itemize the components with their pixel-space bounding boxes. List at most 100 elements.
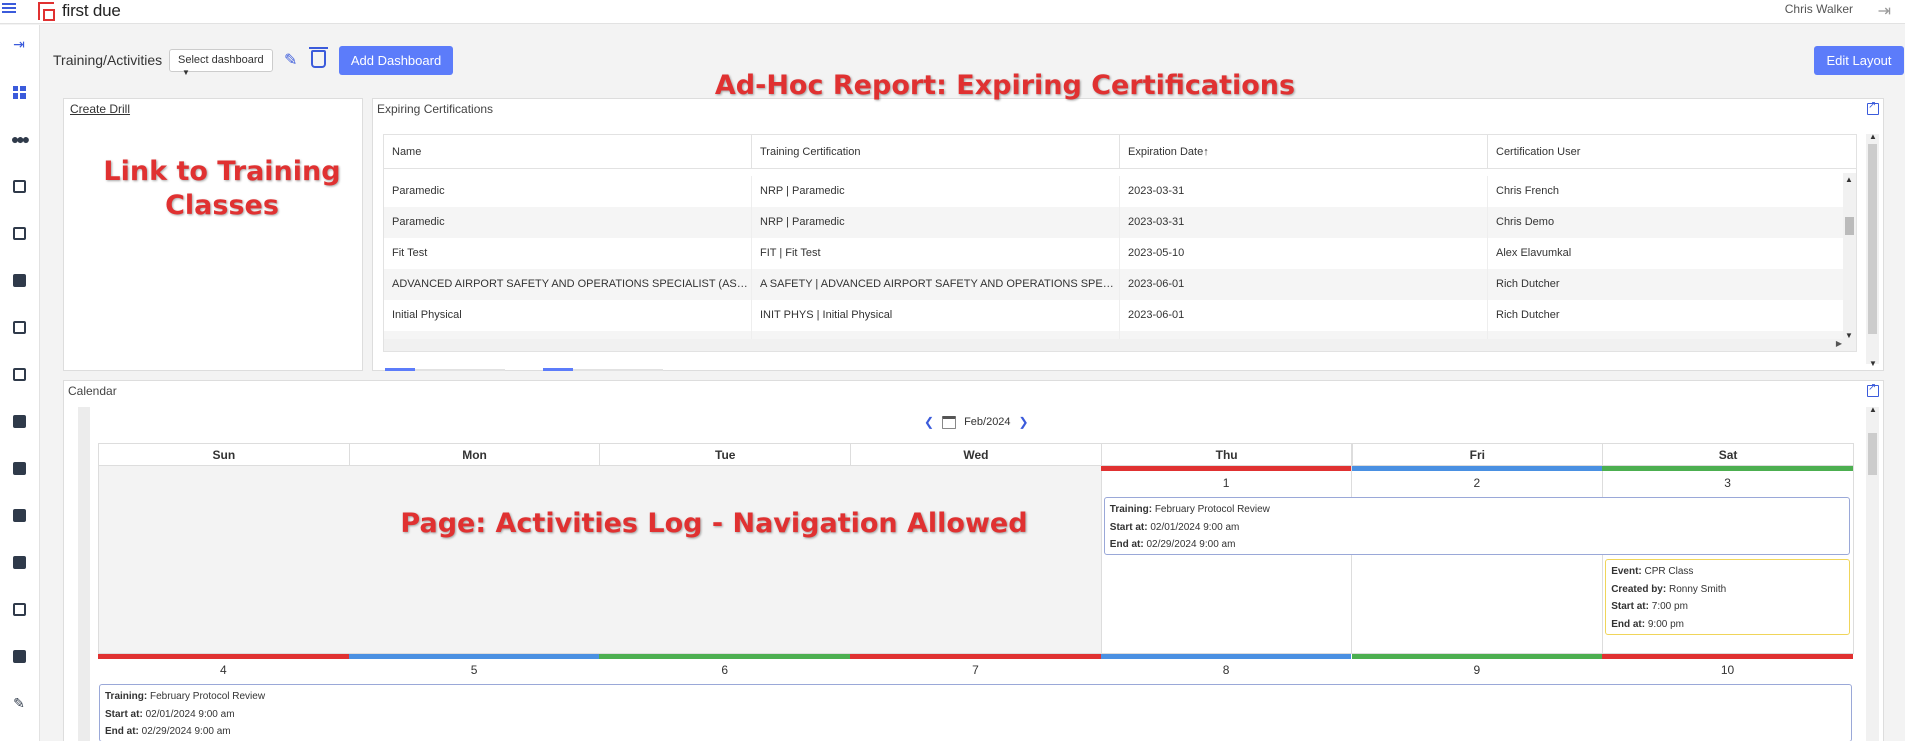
logo[interactable]: first due bbox=[38, 1, 121, 21]
people-icon[interactable]: ●●● bbox=[10, 130, 30, 148]
day-number[interactable]: 2 bbox=[1352, 476, 1603, 490]
day-cell bbox=[599, 466, 852, 654]
event-label: End at: bbox=[1611, 618, 1646, 630]
calendar-event[interactable]: Event: CPR Class Created by: Ronny Smith S… bbox=[1605, 559, 1850, 635]
day-cell[interactable] bbox=[1100, 466, 1353, 654]
event-line: Training: February Protocol Review bbox=[105, 688, 1846, 706]
scroll-up-icon[interactable]: ▲ bbox=[1869, 132, 1877, 141]
calendar-nav: ❮ Feb/2024 ❯ bbox=[924, 415, 1029, 429]
expand-icon[interactable] bbox=[1867, 100, 1879, 115]
edit-layout-button[interactable]: Edit Layout bbox=[1814, 46, 1904, 75]
collapse-sidebar-icon[interactable]: ⇥ bbox=[10, 35, 28, 53]
add-dashboard-button[interactable]: Add Dashboard bbox=[339, 46, 453, 75]
chevron-right-icon[interactable]: ❯ bbox=[1019, 415, 1029, 429]
document-icon[interactable] bbox=[10, 459, 28, 477]
chevron-left-icon[interactable]: ❮ bbox=[924, 415, 934, 429]
select-dashboard-label: Select dashboard bbox=[178, 54, 264, 66]
event-label: Start at: bbox=[1611, 601, 1649, 612]
calendar-icon[interactable] bbox=[10, 365, 28, 383]
day-color-bar bbox=[1100, 466, 1352, 471]
day-number[interactable]: 5 bbox=[349, 663, 600, 677]
day-number[interactable]: 4 bbox=[98, 663, 349, 677]
pagination-track bbox=[415, 369, 505, 371]
event-value: 02/01/2024 9:00 am bbox=[1150, 521, 1240, 533]
pencil-icon[interactable]: ✎ bbox=[284, 50, 297, 70]
table-cell: INIT PHYS | Initial Physical bbox=[752, 300, 1120, 331]
calendar-scrollbar[interactable]: ▲ bbox=[1866, 405, 1879, 741]
select-dashboard-dropdown[interactable]: Select dashboard ▼ bbox=[169, 49, 273, 77]
inspection-icon[interactable] bbox=[10, 553, 28, 571]
day-number[interactable]: 7 bbox=[850, 663, 1101, 677]
table-horizontal-scrollbar[interactable]: ▶ bbox=[384, 339, 1856, 351]
day-number[interactable]: 3 bbox=[1602, 476, 1853, 490]
calendar-event[interactable]: Training: February Protocol Review Start … bbox=[99, 684, 1852, 741]
table-cell: ADVANCED AIRPORT SAFETY AND OPERATIONS S… bbox=[384, 269, 752, 300]
table-cell: 2023-06-01 bbox=[1120, 300, 1488, 331]
column-header[interactable]: Certification User bbox=[1488, 135, 1856, 169]
truck-icon[interactable] bbox=[10, 647, 28, 665]
event-label: Training: bbox=[1109, 504, 1153, 515]
column-header[interactable]: Name bbox=[384, 135, 752, 169]
table-cell: Rich Dutcher bbox=[1488, 269, 1856, 300]
day-cell[interactable] bbox=[1351, 466, 1604, 654]
create-drill-link[interactable]: Create Drill bbox=[70, 102, 130, 116]
event-value: 02/01/2024 9:00 am bbox=[145, 708, 235, 720]
column-header[interactable]: Expiration Date↑ bbox=[1120, 135, 1488, 169]
table-cell: Rich Dutcher bbox=[1488, 300, 1856, 331]
menu-icon[interactable] bbox=[2, 1, 20, 19]
day-number[interactable]: 10 bbox=[1602, 663, 1853, 677]
tools-icon[interactable]: ✎ bbox=[10, 694, 28, 712]
expiring-certifications-panel: Expiring Certifications Name Training Ce… bbox=[372, 98, 1884, 371]
calendar-event[interactable]: Training: February Protocol Review Start … bbox=[1103, 497, 1850, 555]
training-icon[interactable] bbox=[10, 318, 28, 336]
table-row[interactable]: Initial Physical INIT PHYS | Initial Phy… bbox=[384, 300, 1856, 331]
column-header[interactable]: Training Certification bbox=[752, 135, 1120, 169]
table-row[interactable]: Paramedic NRP | Paramedic 2023-03-31 Chr… bbox=[384, 207, 1856, 238]
logo-icon bbox=[38, 2, 55, 21]
day-number[interactable]: 6 bbox=[599, 663, 850, 677]
create-drill-panel: Create Drill bbox=[63, 98, 363, 371]
logout-icon[interactable]: ⇥ bbox=[1878, 1, 1891, 21]
hydrant-icon[interactable] bbox=[10, 600, 28, 618]
day-header: Wed bbox=[850, 443, 1102, 466]
event-line: End at: 02/29/2024 9:00 am bbox=[1110, 536, 1844, 554]
day-color-bar bbox=[850, 654, 1101, 659]
table-row[interactable]: Fit Test FIT | Fit Test 2023-05-10 Alex … bbox=[384, 238, 1856, 269]
day-number[interactable]: 8 bbox=[1101, 663, 1352, 677]
table-vertical-scrollbar[interactable]: ▲ ▼ bbox=[1843, 173, 1856, 340]
table-cell: FIT | Fit Test bbox=[752, 238, 1120, 269]
pagination-indicator[interactable] bbox=[385, 368, 415, 371]
panel-vertical-scrollbar[interactable]: ▲ ▼ bbox=[1866, 132, 1879, 368]
annotation-link-training: Link to Training Classes bbox=[86, 155, 358, 223]
day-number[interactable]: 9 bbox=[1352, 663, 1603, 677]
day-number[interactable]: 1 bbox=[1101, 476, 1352, 490]
scroll-up-icon[interactable]: ▲ bbox=[1869, 405, 1877, 414]
table-cell: A SAFETY | ADVANCED AIRPORT SAFETY AND O… bbox=[752, 269, 1120, 300]
expand-icon[interactable] bbox=[1867, 382, 1879, 397]
day-color-bar bbox=[1351, 466, 1603, 471]
event-value: 7:00 pm bbox=[1651, 601, 1688, 612]
scroll-right-icon[interactable]: ▶ bbox=[1836, 339, 1842, 348]
current-month[interactable]: Feb/2024 bbox=[964, 416, 1010, 428]
scroll-up-icon[interactable]: ▲ bbox=[1845, 175, 1853, 184]
dashboard-icon[interactable] bbox=[10, 83, 28, 101]
calendar-icon[interactable] bbox=[942, 415, 957, 429]
sign-in-icon[interactable] bbox=[10, 224, 28, 242]
day-cell bbox=[850, 466, 1102, 654]
schedule-icon[interactable] bbox=[10, 177, 28, 195]
map-icon[interactable] bbox=[10, 271, 28, 289]
checklist-icon[interactable] bbox=[10, 506, 28, 524]
event-value: 02/29/2024 9:00 am bbox=[1146, 539, 1236, 550]
table-row[interactable]: Paramedic NRP | Paramedic 2023-03-31 Chr… bbox=[384, 176, 1856, 207]
table-row[interactable]: ADVANCED AIRPORT SAFETY AND OPERATIONS S… bbox=[384, 269, 1856, 300]
table-cell: Fit Test bbox=[384, 238, 752, 269]
scroll-thumb[interactable] bbox=[1868, 144, 1877, 334]
scroll-thumb[interactable] bbox=[1845, 217, 1854, 235]
username[interactable]: Chris Walker bbox=[1785, 2, 1853, 16]
scroll-thumb[interactable] bbox=[1868, 433, 1877, 475]
day-header: Thu bbox=[1100, 443, 1353, 466]
pagination-indicator[interactable] bbox=[543, 368, 573, 371]
report-icon[interactable] bbox=[10, 412, 28, 430]
scroll-down-icon[interactable]: ▼ bbox=[1869, 359, 1877, 368]
trash-icon[interactable] bbox=[309, 47, 328, 68]
